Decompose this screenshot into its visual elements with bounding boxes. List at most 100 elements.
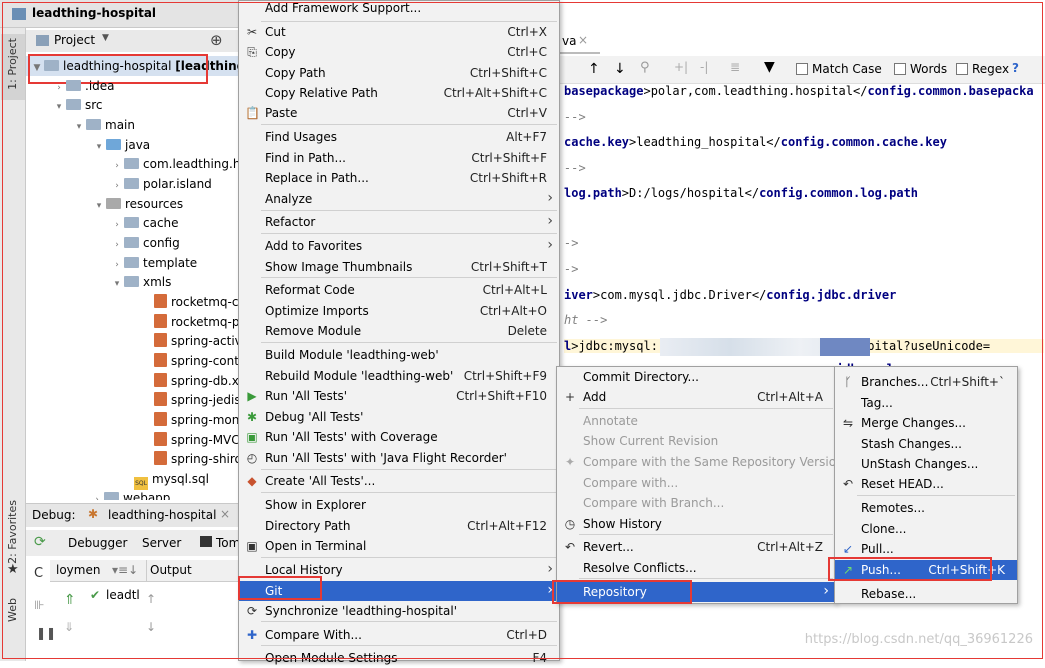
git-compare-with-branch[interactable]: Compare with Branch... (557, 493, 835, 513)
code-line[interactable]: cache.key>leadthing_hospital</config.com… (564, 135, 947, 149)
tree-node[interactable]: rocketmq-cu (140, 292, 246, 312)
tree-node[interactable]: spring-db.xn (140, 371, 246, 391)
tab-tomcat[interactable]: Tom (216, 536, 240, 550)
tree-node[interactable]: › .idea (52, 76, 114, 96)
expand-arrow-icon[interactable]: ▾ (92, 137, 106, 157)
subtab-output[interactable]: Output (150, 563, 192, 577)
filter-icon[interactable]: ▼ (764, 59, 775, 75)
menu-copy-path[interactable]: Copy Path Ctrl+Shift+C (239, 63, 559, 83)
repo-unstash-changes[interactable]: UnStash Changes... (835, 454, 1017, 474)
editor-tab[interactable]: va × (560, 30, 600, 54)
locate-icon[interactable]: ⊕ (210, 31, 223, 49)
expand-arrow-icon[interactable]: › (110, 156, 124, 176)
tree-root[interactable]: ▼ leadthing-hospital [leadthing-w (30, 56, 262, 78)
repo-push[interactable]: ↗ Push... Ctrl+Shift+K (835, 560, 1017, 580)
menu-local-history[interactable]: Local History › (239, 560, 559, 580)
code-line[interactable]: log.path>D:/logs/hospital</config.common… (564, 186, 918, 200)
tree-node[interactable]: SQL mysql.sql (120, 469, 209, 490)
menu-reformat-code[interactable]: Reformat Code Ctrl+Alt+L (239, 280, 559, 300)
tree-node[interactable]: › template (110, 253, 197, 273)
tree-node[interactable]: spring-jedis. (140, 390, 244, 410)
menu-copy-relative-path[interactable]: Copy Relative Path Ctrl+Alt+Shift+C (239, 83, 559, 103)
menu-open-in-terminal[interactable]: ▣ Open in Terminal (239, 536, 559, 556)
help-icon[interactable]: ? (1012, 61, 1019, 75)
menu-run-with-coverage[interactable]: ▣ Run 'All Tests' with Coverage (239, 427, 559, 447)
project-tool-tab[interactable]: 1: Project (1, 34, 25, 100)
git-compare-same-version[interactable]: ✦ Compare with the Same Repository Versio… (557, 452, 844, 472)
menu-synchronize[interactable]: ⟳ Synchronize 'leadthing-hospital' (239, 601, 559, 621)
expand-arrow-icon[interactable]: › (110, 176, 124, 196)
rerun-icon[interactable]: ⟳ (34, 534, 46, 550)
git-compare-with[interactable]: Compare with... (557, 473, 835, 493)
menu-show-in-explorer[interactable]: Show in Explorer (239, 495, 559, 515)
pause-icon[interactable]: ❚❚ (36, 626, 56, 640)
git-show-history[interactable]: ◷ Show History (557, 514, 835, 534)
git-repository[interactable]: Repository › (557, 582, 835, 602)
debug-config-name[interactable]: leadthing-hospital (108, 508, 216, 522)
code-line[interactable]: --> (564, 161, 586, 175)
code-line[interactable]: iver>com.mysql.jdbc.Driver</config.jdbc.… (564, 288, 896, 302)
step-icon[interactable]: ⊪ (34, 598, 44, 612)
menu-refactor[interactable]: Refactor › (239, 212, 559, 232)
repo-clone[interactable]: Clone... (835, 519, 1017, 539)
arrow-down-icon[interactable]: ↓ (614, 61, 626, 77)
menu-create-all-tests[interactable]: ◆ Create 'All Tests'... (239, 471, 559, 491)
expand-arrow-icon[interactable]: ▾ (92, 196, 106, 216)
tree-node[interactable]: ▾ xmls (110, 272, 172, 292)
tree-node[interactable]: spring-conte (140, 351, 246, 371)
expand-arrow-icon[interactable]: ▾ (72, 117, 86, 137)
menu-analyze[interactable]: Analyze › (239, 189, 559, 209)
git-resolve-conflicts[interactable]: Resolve Conflicts... (557, 558, 835, 578)
tree-node[interactable]: › cache (110, 213, 178, 235)
arrow-up-icon[interactable]: ↑ (588, 61, 600, 77)
menu-remove-module[interactable]: Remove Module Delete (239, 321, 559, 341)
menu-show-image-thumbnails[interactable]: Show Image Thumbnails Ctrl+Shift+T (239, 257, 559, 277)
tree-node[interactable]: › com.leadthing.h (110, 154, 240, 174)
menu-directory-path[interactable]: Directory Path Ctrl+Alt+F12 (239, 516, 559, 536)
tree-node[interactable]: › polar.island (110, 174, 212, 194)
close-icon[interactable]: × (220, 507, 230, 521)
repo-rebase[interactable]: Rebase... (835, 584, 1017, 604)
repo-remotes[interactable]: Remotes... (835, 498, 1017, 518)
code-line[interactable]: --> (564, 110, 586, 124)
menu-run-all-tests[interactable]: ▶ Run 'All Tests' Ctrl+Shift+F10 (239, 386, 559, 406)
scroll-up-icon[interactable]: ↑ (146, 592, 156, 606)
menu-copy[interactable]: ⎘ Copy Ctrl+C (239, 42, 559, 62)
tree-node[interactable]: › config (110, 233, 180, 253)
scroll-down-icon[interactable]: ↓ (146, 620, 156, 634)
menu-open-module-settings[interactable]: Open Module Settings F4 (239, 648, 559, 668)
tree-node[interactable]: ▾ java (92, 135, 150, 155)
expand-arrow-icon[interactable]: ▼ (30, 58, 44, 78)
find-word-icon[interactable]: ⚲ (640, 60, 650, 75)
expand-arrow-icon[interactable]: › (90, 490, 104, 500)
code-line[interactable]: -> (564, 236, 578, 250)
tree-node[interactable]: ▾ resources (92, 194, 183, 214)
tree-node[interactable]: ▾ main (72, 115, 135, 135)
menu-replace-in-path[interactable]: Replace in Path... Ctrl+Shift+R (239, 168, 559, 188)
expand-arrow-icon[interactable]: › (110, 215, 124, 235)
subtab-deployment[interactable]: loymen (56, 563, 100, 577)
expand-arrow-icon[interactable]: › (110, 235, 124, 255)
menu-paste[interactable]: 📋 Paste Ctrl+V (239, 103, 559, 123)
close-icon[interactable]: × (578, 33, 588, 47)
tree-node[interactable]: spring-MVC. (140, 430, 243, 450)
project-view-selector[interactable]: Project (54, 33, 95, 47)
expand-arrow-icon[interactable]: ▾ (52, 97, 66, 117)
menu-rebuild-module[interactable]: Rebuild Module 'leadthing-web' Ctrl+Shift… (239, 366, 559, 386)
menu-run-with-jfr[interactable]: ◴ Run 'All Tests' with 'Java Flight Recor… (239, 448, 559, 468)
code-line[interactable]: basepackage>polar,com.leadthing.hospital… (564, 84, 1034, 98)
repo-pull[interactable]: ↙ Pull... (835, 539, 1017, 559)
regex-checkbox[interactable] (956, 63, 968, 75)
add-occurrence-icon[interactable]: +| (674, 60, 688, 74)
code-line[interactable]: ht --> (564, 313, 607, 327)
menu-cut[interactable]: ✂ Cut Ctrl+X (239, 22, 559, 42)
menu-optimize-imports[interactable]: Optimize Imports Ctrl+Alt+O (239, 301, 559, 321)
deploy-down-icon[interactable]: ⇓ (64, 620, 74, 634)
chevron-down-icon[interactable]: ▼ (102, 33, 109, 43)
match-case-checkbox[interactable] (796, 63, 808, 75)
git-revert[interactable]: ↶ Revert... Ctrl+Alt+Z (557, 537, 835, 557)
repo-tag[interactable]: Tag... (835, 393, 1017, 413)
menu-add-framework-support[interactable]: Add Framework Support... (239, 0, 559, 18)
tab-server[interactable]: Server (142, 536, 181, 550)
words-checkbox[interactable] (894, 63, 906, 75)
